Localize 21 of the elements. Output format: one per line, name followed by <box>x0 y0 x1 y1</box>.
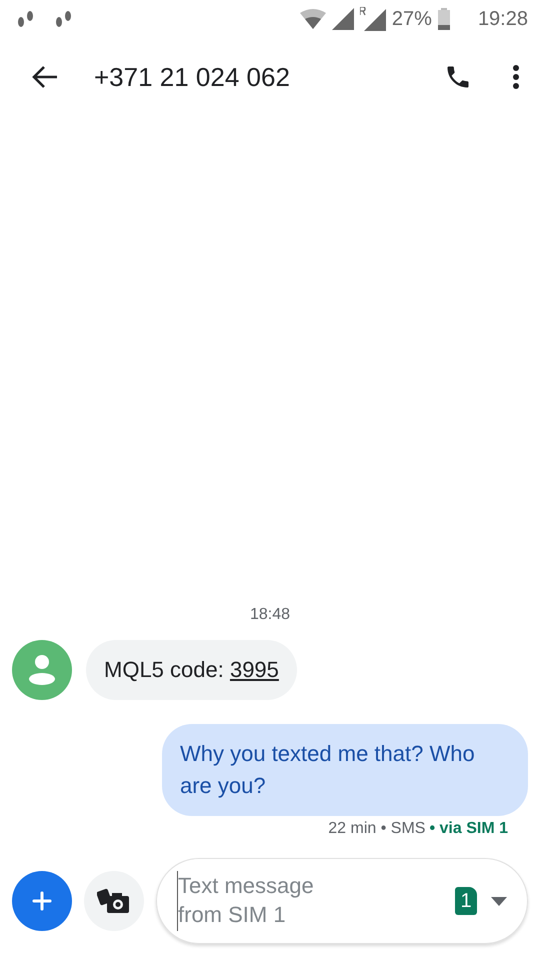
message-timestamp: 18:48 <box>250 606 290 623</box>
wifi-icon <box>300 9 326 29</box>
battery-percent: 27% <box>392 8 432 30</box>
message-info: 22 min • SMS <box>328 820 426 838</box>
signal-roaming-icon <box>360 7 386 31</box>
more-options-icon <box>512 64 520 90</box>
message-composer[interactable]: Text message from SIM 1 1 <box>156 858 528 944</box>
sim-badge: 1 <box>455 887 477 915</box>
back-arrow-icon <box>32 65 58 89</box>
sim-info: • via SIM 1 <box>429 820 508 838</box>
battery-icon <box>438 8 450 30</box>
signal-icon <box>332 8 354 30</box>
contact-avatar <box>12 640 72 700</box>
dropdown-caret-icon[interactable] <box>491 896 507 906</box>
clock-time: 19:28 <box>478 8 528 30</box>
code-link[interactable]: 3995 <box>230 657 279 682</box>
camera-icon <box>97 887 131 915</box>
message-bubble: MQL5 code: 3995 <box>86 640 297 700</box>
plus-icon <box>32 891 52 911</box>
contact-number: +371 21 024 062 <box>94 62 291 92</box>
message-bubble: Why you texted me that? Who are you? <box>162 724 528 816</box>
